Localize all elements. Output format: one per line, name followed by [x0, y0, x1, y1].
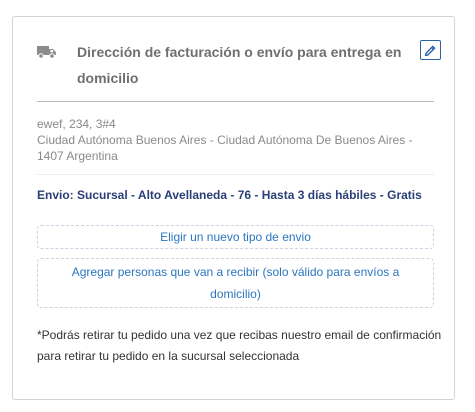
billing-address: ewef, 234, 3#4 Ciudad Autónoma Buenos Ai… [37, 116, 442, 164]
truck-icon [37, 45, 57, 59]
address-line-2: Ciudad Autónoma Buenos Aires - Ciudad Au… [37, 133, 413, 163]
pencil-icon [424, 45, 436, 57]
address-line-1: ewef, 234, 3#4 [37, 117, 116, 131]
pickup-note: *Podrás retirar tu pedido una vez que re… [37, 328, 442, 363]
address-divider [37, 174, 434, 175]
header-divider [37, 101, 434, 102]
card-header: Dirección de facturación o envío para en… [13, 17, 456, 102]
shipping-method: Envio: Sucursal - Alto Avellaneda - 76 -… [37, 188, 422, 202]
card-title: Dirección de facturación o envío para en… [77, 44, 402, 86]
add-recipients-button[interactable]: Agregar personas que van a recibir (solo… [37, 258, 434, 308]
billing-shipping-card: Dirección de facturación o envío para en… [12, 16, 455, 400]
edit-address-button[interactable] [420, 40, 441, 60]
choose-shipping-type-button[interactable]: Eligir un nuevo tipo de envio [37, 225, 434, 249]
